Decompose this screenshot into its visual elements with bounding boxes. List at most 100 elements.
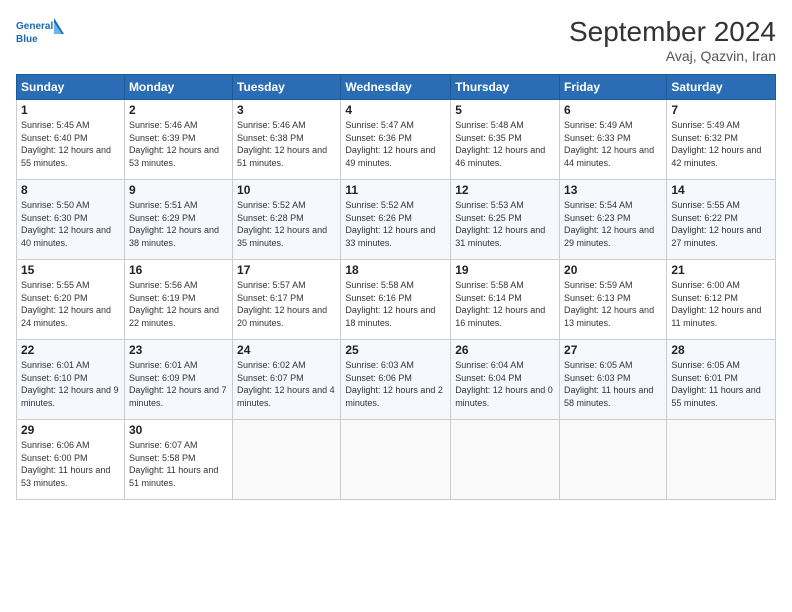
day-info: Sunrise: 5:52 AMSunset: 6:26 PMDaylight:… [345,199,446,249]
calendar-cell: 21 Sunrise: 6:00 AMSunset: 6:12 PMDaylig… [667,260,776,340]
calendar-cell: 19 Sunrise: 5:58 AMSunset: 6:14 PMDaylig… [451,260,560,340]
day-number: 4 [345,103,446,117]
calendar-cell: 14 Sunrise: 5:55 AMSunset: 6:22 PMDaylig… [667,180,776,260]
calendar-cell: 7 Sunrise: 5:49 AMSunset: 6:32 PMDayligh… [667,100,776,180]
svg-text:Blue: Blue [16,34,38,45]
day-info: Sunrise: 5:59 AMSunset: 6:13 PMDaylight:… [564,279,662,329]
day-number: 7 [671,103,771,117]
day-info: Sunrise: 6:01 AMSunset: 6:09 PMDaylight:… [129,359,228,409]
day-info: Sunrise: 5:51 AMSunset: 6:29 PMDaylight:… [129,199,228,249]
calendar-cell: 11 Sunrise: 5:52 AMSunset: 6:26 PMDaylig… [341,180,451,260]
day-number: 10 [237,183,336,197]
calendar-cell: 13 Sunrise: 5:54 AMSunset: 6:23 PMDaylig… [560,180,667,260]
day-number: 12 [455,183,555,197]
day-info: Sunrise: 5:49 AMSunset: 6:33 PMDaylight:… [564,119,662,169]
day-number: 21 [671,263,771,277]
day-number: 26 [455,343,555,357]
title-block: September 2024 Avaj, Qazvin, Iran [569,16,776,64]
day-info: Sunrise: 6:04 AMSunset: 6:04 PMDaylight:… [455,359,555,409]
day-number: 1 [21,103,120,117]
calendar-cell: 26 Sunrise: 6:04 AMSunset: 6:04 PMDaylig… [451,340,560,420]
day-info: Sunrise: 5:50 AMSunset: 6:30 PMDaylight:… [21,199,120,249]
day-info: Sunrise: 5:55 AMSunset: 6:22 PMDaylight:… [671,199,771,249]
day-info: Sunrise: 5:46 AMSunset: 6:38 PMDaylight:… [237,119,336,169]
logo: General Blue [16,16,66,52]
day-info: Sunrise: 6:00 AMSunset: 6:12 PMDaylight:… [671,279,771,329]
day-number: 16 [129,263,228,277]
day-info: Sunrise: 5:47 AMSunset: 6:36 PMDaylight:… [345,119,446,169]
calendar-cell: 17 Sunrise: 5:57 AMSunset: 6:17 PMDaylig… [233,260,341,340]
day-info: Sunrise: 5:58 AMSunset: 6:16 PMDaylight:… [345,279,446,329]
weekday-header-wednesday: Wednesday [341,75,451,100]
day-info: Sunrise: 6:05 AMSunset: 6:03 PMDaylight:… [564,359,662,409]
calendar-cell: 30 Sunrise: 6:07 AMSunset: 5:58 PMDaylig… [124,420,232,500]
calendar-cell [341,420,451,500]
day-number: 23 [129,343,228,357]
calendar-cell [233,420,341,500]
day-number: 8 [21,183,120,197]
day-info: Sunrise: 5:52 AMSunset: 6:28 PMDaylight:… [237,199,336,249]
weekday-header-monday: Monday [124,75,232,100]
calendar-week-2: 8 Sunrise: 5:50 AMSunset: 6:30 PMDayligh… [17,180,776,260]
day-info: Sunrise: 5:45 AMSunset: 6:40 PMDaylight:… [21,119,120,169]
calendar-cell [560,420,667,500]
calendar-cell: 28 Sunrise: 6:05 AMSunset: 6:01 PMDaylig… [667,340,776,420]
day-info: Sunrise: 5:56 AMSunset: 6:19 PMDaylight:… [129,279,228,329]
calendar-cell: 29 Sunrise: 6:06 AMSunset: 6:00 PMDaylig… [17,420,125,500]
day-number: 5 [455,103,555,117]
svg-text:General: General [16,21,53,32]
calendar-week-5: 29 Sunrise: 6:06 AMSunset: 6:00 PMDaylig… [17,420,776,500]
day-number: 24 [237,343,336,357]
calendar-cell [667,420,776,500]
day-number: 20 [564,263,662,277]
day-number: 29 [21,423,120,437]
weekday-header-friday: Friday [560,75,667,100]
day-number: 2 [129,103,228,117]
calendar-cell: 23 Sunrise: 6:01 AMSunset: 6:09 PMDaylig… [124,340,232,420]
day-number: 14 [671,183,771,197]
calendar-cell: 12 Sunrise: 5:53 AMSunset: 6:25 PMDaylig… [451,180,560,260]
calendar-cell: 25 Sunrise: 6:03 AMSunset: 6:06 PMDaylig… [341,340,451,420]
day-number: 30 [129,423,228,437]
day-info: Sunrise: 6:05 AMSunset: 6:01 PMDaylight:… [671,359,771,409]
weekday-header-saturday: Saturday [667,75,776,100]
weekday-header-sunday: Sunday [17,75,125,100]
day-info: Sunrise: 5:46 AMSunset: 6:39 PMDaylight:… [129,119,228,169]
calendar-week-3: 15 Sunrise: 5:55 AMSunset: 6:20 PMDaylig… [17,260,776,340]
weekday-header-tuesday: Tuesday [233,75,341,100]
day-number: 11 [345,183,446,197]
day-number: 19 [455,263,555,277]
location: Avaj, Qazvin, Iran [569,48,776,64]
day-number: 22 [21,343,120,357]
calendar-week-1: 1 Sunrise: 5:45 AMSunset: 6:40 PMDayligh… [17,100,776,180]
calendar-cell: 18 Sunrise: 5:58 AMSunset: 6:16 PMDaylig… [341,260,451,340]
day-number: 9 [129,183,228,197]
calendar-cell: 22 Sunrise: 6:01 AMSunset: 6:10 PMDaylig… [17,340,125,420]
logo-svg: General Blue [16,16,66,52]
day-info: Sunrise: 6:02 AMSunset: 6:07 PMDaylight:… [237,359,336,409]
calendar-cell: 5 Sunrise: 5:48 AMSunset: 6:35 PMDayligh… [451,100,560,180]
day-number: 17 [237,263,336,277]
calendar-cell: 15 Sunrise: 5:55 AMSunset: 6:20 PMDaylig… [17,260,125,340]
day-info: Sunrise: 5:54 AMSunset: 6:23 PMDaylight:… [564,199,662,249]
calendar-cell: 27 Sunrise: 6:05 AMSunset: 6:03 PMDaylig… [560,340,667,420]
calendar-cell: 1 Sunrise: 5:45 AMSunset: 6:40 PMDayligh… [17,100,125,180]
calendar-cell: 4 Sunrise: 5:47 AMSunset: 6:36 PMDayligh… [341,100,451,180]
calendar-week-4: 22 Sunrise: 6:01 AMSunset: 6:10 PMDaylig… [17,340,776,420]
day-info: Sunrise: 6:06 AMSunset: 6:00 PMDaylight:… [21,439,120,489]
day-info: Sunrise: 6:07 AMSunset: 5:58 PMDaylight:… [129,439,228,489]
calendar-cell: 6 Sunrise: 5:49 AMSunset: 6:33 PMDayligh… [560,100,667,180]
day-number: 25 [345,343,446,357]
calendar-cell [451,420,560,500]
calendar-cell: 24 Sunrise: 6:02 AMSunset: 6:07 PMDaylig… [233,340,341,420]
month-title: September 2024 [569,16,776,48]
day-info: Sunrise: 6:03 AMSunset: 6:06 PMDaylight:… [345,359,446,409]
calendar-cell: 9 Sunrise: 5:51 AMSunset: 6:29 PMDayligh… [124,180,232,260]
calendar-table: SundayMondayTuesdayWednesdayThursdayFrid… [16,74,776,500]
day-number: 13 [564,183,662,197]
calendar-cell: 20 Sunrise: 5:59 AMSunset: 6:13 PMDaylig… [560,260,667,340]
day-info: Sunrise: 5:58 AMSunset: 6:14 PMDaylight:… [455,279,555,329]
day-number: 18 [345,263,446,277]
page: General Blue September 2024 Avaj, Qazvin… [0,0,792,612]
calendar-cell: 10 Sunrise: 5:52 AMSunset: 6:28 PMDaylig… [233,180,341,260]
